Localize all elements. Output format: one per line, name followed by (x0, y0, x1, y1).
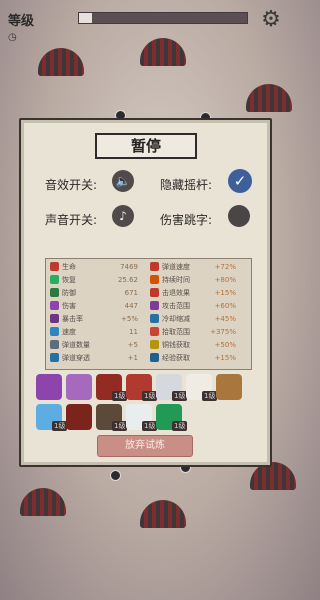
stat-row: 击退效果 +15% (150, 288, 245, 299)
speaker-icon[interactable]: 🔈 (112, 170, 134, 192)
stat-row: 防御 671 (50, 288, 145, 299)
stat-icon (150, 275, 159, 284)
stat-row: 恢复 25.62 (50, 275, 145, 286)
enemy-fan-icon (20, 488, 66, 516)
stat-name: 持续时间 (162, 276, 190, 284)
pause-title: 暂停 (95, 133, 197, 159)
stat-name: 击退效果 (162, 289, 190, 297)
gear-icon[interactable]: ⚙ (259, 8, 283, 32)
stat-name: 冷却缩减 (162, 315, 190, 323)
hud-topbar: 等级 ◷ ⚙ (0, 0, 289, 44)
stat-name: 暴击率 (62, 315, 83, 323)
stat-name: 经验获取 (162, 354, 190, 362)
stat-name: 拾取范围 (162, 328, 190, 336)
stat-icon (150, 288, 159, 297)
red-sword-icon[interactable] (66, 404, 92, 430)
enemy-fan-icon (140, 500, 186, 528)
stat-value: +80% (214, 276, 236, 284)
stat-value: 11 (129, 328, 138, 336)
stat-name: 防御 (62, 289, 76, 297)
give-up-button[interactable]: 放弃试炼 (97, 435, 193, 457)
stat-name: 攻击范围 (162, 302, 190, 310)
stat-row: 弹道速度 +72% (150, 262, 245, 273)
sound-label: 声音开关: (45, 213, 98, 227)
spirit-flower-icon[interactable] (66, 374, 92, 400)
stat-row: 暴击率 +5% (50, 314, 145, 325)
stat-value: 447 (124, 302, 138, 310)
stat-icon (50, 327, 59, 336)
stat-row: 攻击范围 +60% (150, 301, 245, 312)
stat-row: 持续时间 +80% (150, 275, 245, 286)
stat-icon (50, 340, 59, 349)
stat-name: 弹道数量 (62, 341, 90, 349)
stat-row: 弹道数量 +5 (50, 340, 145, 351)
stat-value: +5 (127, 341, 138, 349)
stat-row: 拾取范围 +375% (150, 327, 245, 338)
orb-icon (110, 470, 121, 481)
stat-name: 伤害 (62, 302, 76, 310)
hide-joystick-label: 隐藏摇杆: (160, 178, 213, 192)
stat-value: +375% (210, 328, 236, 336)
stat-value: +5% (121, 315, 138, 323)
stat-icon (50, 275, 59, 284)
stat-icon (150, 314, 159, 323)
stat-icon (150, 340, 159, 349)
stat-value: +15% (214, 289, 236, 297)
money-bag-icon[interactable] (216, 374, 242, 400)
stat-value: +60% (214, 302, 236, 310)
experience-bar-fill (79, 13, 93, 23)
stat-value: +1 (127, 354, 138, 362)
check-icon[interactable]: ✓ (228, 169, 252, 193)
stat-value: +45% (214, 315, 236, 323)
stat-name: 弹道穿透 (62, 354, 90, 362)
stat-value: +50% (214, 341, 236, 349)
level-label: 等级 (8, 14, 35, 29)
enemy-fan-icon (38, 48, 84, 76)
stat-value: 671 (124, 289, 138, 297)
enemy-fan-icon (246, 84, 292, 112)
music-icon[interactable]: ♪ (112, 205, 134, 227)
stat-icon (50, 301, 59, 310)
stat-name: 弹道速度 (162, 263, 190, 271)
stat-name: 铜钱获取 (162, 341, 190, 349)
stat-name: 生命 (62, 263, 76, 271)
stat-icon (50, 262, 59, 271)
stat-icon (150, 262, 159, 271)
stat-row: 速度 11 (50, 327, 145, 338)
stat-row: 弹道穿透 +1 (50, 353, 145, 364)
damage-numbers-toggle[interactable] (228, 205, 250, 227)
stat-name: 恢复 (62, 276, 76, 284)
stat-value: +15% (214, 354, 236, 362)
timer-icon: ◷ (8, 32, 17, 43)
stat-row: 伤害 447 (50, 301, 145, 312)
stat-row: 经验获取 +15% (150, 353, 245, 364)
damage-numbers-label: 伤害跳字: (160, 213, 213, 227)
stat-icon (50, 288, 59, 297)
stat-name: 速度 (62, 328, 76, 336)
purple-gourd-icon[interactable] (36, 374, 62, 400)
experience-bar (78, 12, 248, 24)
stat-row: 铜钱获取 +50% (150, 340, 245, 351)
stat-icon (150, 353, 159, 362)
skill-level-badge: 1级 (172, 421, 188, 431)
stat-value: 25.62 (117, 276, 138, 284)
stat-value: +72% (214, 263, 236, 271)
sound-effects-label: 音效开关: (45, 178, 98, 192)
stat-row: 冷却缩减 +45% (150, 314, 245, 325)
stat-icon (150, 327, 159, 336)
stat-row: 生命 7469 (50, 262, 145, 273)
stat-icon (50, 314, 59, 323)
stat-value: 7469 (120, 263, 138, 271)
stat-icon (150, 301, 159, 310)
stat-icon (50, 353, 59, 362)
